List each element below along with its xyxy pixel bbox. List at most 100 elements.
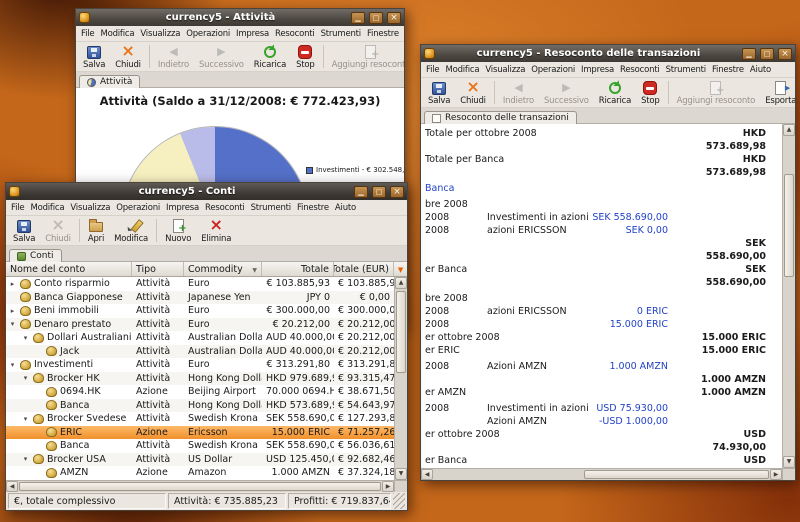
menu-finestre[interactable]: Finestre bbox=[364, 29, 402, 39]
toolbar-button-chiudi[interactable]: Chiudi bbox=[455, 78, 491, 107]
account-row-brocker-svedese[interactable]: ▾Brocker SvedeseAttivitàSwedish KronaSEK… bbox=[6, 412, 394, 426]
menu-finestre[interactable]: Finestre bbox=[709, 65, 747, 75]
tab-attivita[interactable]: Attività bbox=[79, 75, 140, 88]
account-row-banca[interactable]: BancaAttivitàSwedish KronaSEK 558.690,00… bbox=[6, 439, 394, 453]
account-row-conto-risparmio[interactable]: ▸Conto risparmioAttivitàEuro€ 103.885,93… bbox=[6, 277, 394, 291]
menu-impresa[interactable]: Impresa bbox=[233, 29, 272, 39]
menu-operazioni[interactable]: Operazioni bbox=[113, 203, 163, 213]
tree-expander-expanded[interactable]: ▾ bbox=[21, 374, 30, 382]
tree-expander-expanded[interactable]: ▾ bbox=[21, 455, 30, 463]
account-row-jack[interactable]: JackAttivitàAustralian DollarAUD 40.000,… bbox=[6, 345, 394, 359]
toolbar-button-elimina[interactable]: Elimina bbox=[196, 216, 236, 245]
report-amount-link[interactable]: -USD 1.000,00 bbox=[599, 415, 668, 428]
toolbar-button-chiudi[interactable]: Chiudi bbox=[110, 42, 146, 71]
account-row-brocker-usa[interactable]: ▾Brocker USAAttivitàUS DollarUSD 125.450… bbox=[6, 453, 394, 467]
scroll-down-button[interactable] bbox=[783, 456, 795, 468]
close-button[interactable] bbox=[778, 48, 792, 60]
menu-file[interactable]: File bbox=[423, 65, 442, 75]
account-row-beni-immobili[interactable]: ▸Beni immobiliAttivitàEuro€ 300.000,00€ … bbox=[6, 304, 394, 318]
close-button[interactable] bbox=[390, 186, 404, 198]
column-header-nome-del-conto[interactable]: Nome del conto bbox=[6, 262, 132, 276]
scrollbar-thumb[interactable] bbox=[584, 470, 769, 479]
minimize-button[interactable] bbox=[351, 12, 365, 24]
menu-finestre[interactable]: Finestre bbox=[294, 203, 332, 213]
account-row-eric[interactable]: ERICAzioneEricsson15.000 ERIC€ 71.257,26 bbox=[6, 426, 394, 440]
tree-expander-expanded[interactable]: ▾ bbox=[21, 334, 30, 342]
scrollbar-trough[interactable] bbox=[18, 481, 382, 492]
titlebar-conti[interactable]: currency5 - Conti bbox=[6, 183, 407, 200]
toolbar-button-stop[interactable]: Stop bbox=[291, 42, 320, 71]
menu-operazioni[interactable]: Operazioni bbox=[528, 65, 578, 75]
account-row-amzn[interactable]: AMZNAzioneAmazon1.000 AMZN€ 37.324,18 bbox=[6, 466, 394, 480]
column-header-tipo[interactable]: Tipo bbox=[132, 262, 184, 276]
scroll-up-button[interactable] bbox=[783, 124, 795, 136]
menu-visualizza[interactable]: Visualizza bbox=[482, 65, 528, 75]
menu-strumenti[interactable]: Strumenti bbox=[318, 29, 364, 39]
menu-resoconti[interactable]: Resoconti bbox=[202, 203, 248, 213]
menu-aiuto[interactable]: Aiuto bbox=[402, 29, 404, 39]
toolbar-button-salva[interactable]: Salva bbox=[423, 78, 455, 107]
tree-expander-expanded[interactable]: ▾ bbox=[8, 361, 17, 369]
resize-grip[interactable] bbox=[393, 493, 405, 509]
menu-modifica[interactable]: Modifica bbox=[97, 29, 137, 39]
report-amount-link[interactable]: 1.000 AMZN bbox=[609, 360, 668, 373]
minimize-button[interactable] bbox=[354, 186, 368, 198]
account-row-investimenti[interactable]: ▾InvestimentiAttivitàEuro€ 313.291,80€ 3… bbox=[6, 358, 394, 372]
menu-resoconti[interactable]: Resoconti bbox=[272, 29, 318, 39]
scrollbar-trough[interactable] bbox=[433, 469, 770, 480]
tree-expander-expanded[interactable]: ▾ bbox=[8, 320, 17, 328]
toolbar-button-apri[interactable]: Apri bbox=[83, 216, 109, 245]
menu-modifica[interactable]: Modifica bbox=[442, 65, 482, 75]
tree-expander-collapsed[interactable]: ▸ bbox=[8, 280, 17, 288]
toolbar-button-salva[interactable]: Salva bbox=[78, 42, 110, 71]
titlebar-resoconto[interactable]: currency5 - Resoconto delle transazioni bbox=[421, 45, 795, 62]
scroll-left-button[interactable] bbox=[6, 481, 18, 492]
menu-visualizza[interactable]: Visualizza bbox=[137, 29, 183, 39]
toolbar-button-nuovo[interactable]: Nuovo bbox=[160, 216, 196, 245]
menu-visualizza[interactable]: Visualizza bbox=[67, 203, 113, 213]
column-options-button[interactable] bbox=[394, 262, 407, 276]
report-account-link[interactable]: Banca bbox=[425, 182, 454, 195]
menu-strumenti[interactable]: Strumenti bbox=[248, 203, 294, 213]
tab-resoconto[interactable]: Resoconto delle transazioni bbox=[424, 111, 577, 124]
menu-strumenti[interactable]: Strumenti bbox=[663, 65, 709, 75]
scroll-right-button[interactable] bbox=[382, 481, 394, 492]
scrollbar-thumb[interactable] bbox=[396, 291, 406, 373]
toolbar-button-salva[interactable]: Salva bbox=[8, 216, 40, 245]
menu-operazioni[interactable]: Operazioni bbox=[183, 29, 233, 39]
scroll-up-button[interactable] bbox=[395, 277, 407, 289]
close-button[interactable] bbox=[387, 12, 401, 24]
account-row-dollari-australiani[interactable]: ▾Dollari AustralianiAttivitàAustralian D… bbox=[6, 331, 394, 345]
column-header-totale[interactable]: Totale bbox=[262, 262, 334, 276]
scrollbar-thumb[interactable] bbox=[784, 174, 794, 276]
report-amount-link[interactable]: USD 75.930,00 bbox=[596, 402, 668, 415]
menu-impresa[interactable]: Impresa bbox=[163, 203, 202, 213]
titlebar-attivita[interactable]: currency5 - Attività bbox=[76, 9, 404, 26]
menu-impresa[interactable]: Impresa bbox=[578, 65, 617, 75]
column-header-totale-eur[interactable]: Totale (EUR) bbox=[334, 262, 394, 276]
account-row-0694-hk[interactable]: 0694.HKAzioneBeijing Airport70.000 0694.… bbox=[6, 385, 394, 399]
toolbar-button-ricarica[interactable]: Ricarica bbox=[249, 42, 291, 71]
report-amount-link[interactable]: SEK 0,00 bbox=[626, 224, 668, 237]
tree-expander-collapsed[interactable]: ▸ bbox=[8, 307, 17, 315]
menu-file[interactable]: File bbox=[78, 29, 97, 39]
account-row-brocker-hk[interactable]: ▾Brocker HKAttivitàHong Kong DollarHKD 9… bbox=[6, 372, 394, 386]
toolbar-button-modifica[interactable]: Modifica bbox=[109, 216, 153, 245]
scroll-down-button[interactable] bbox=[395, 468, 407, 480]
toolbar-button-esporta[interactable]: Esporta bbox=[760, 78, 795, 107]
menu-modifica[interactable]: Modifica bbox=[27, 203, 67, 213]
menu-aiuto[interactable]: Aiuto bbox=[332, 203, 359, 213]
report-amount-link[interactable]: 15.000 ERIC bbox=[610, 318, 668, 331]
menu-resoconti[interactable]: Resoconti bbox=[617, 65, 663, 75]
tree-expander-expanded[interactable]: ▾ bbox=[21, 415, 30, 423]
scrollbar-thumb[interactable] bbox=[19, 482, 381, 491]
menu-file[interactable]: File bbox=[8, 203, 27, 213]
scroll-left-button[interactable] bbox=[421, 469, 433, 480]
minimize-button[interactable] bbox=[742, 48, 756, 60]
scrollbar-trough[interactable] bbox=[783, 136, 795, 456]
maximize-button[interactable] bbox=[372, 186, 386, 198]
column-header-commodity[interactable]: Commodity bbox=[184, 262, 262, 276]
account-row-banca-giapponese[interactable]: Banca GiapponeseAttivitàJapanese YenJPY … bbox=[6, 291, 394, 305]
report-amount-link[interactable]: SEK 558.690,00 bbox=[592, 211, 668, 224]
toolbar-button-ricarica[interactable]: Ricarica bbox=[594, 78, 636, 107]
